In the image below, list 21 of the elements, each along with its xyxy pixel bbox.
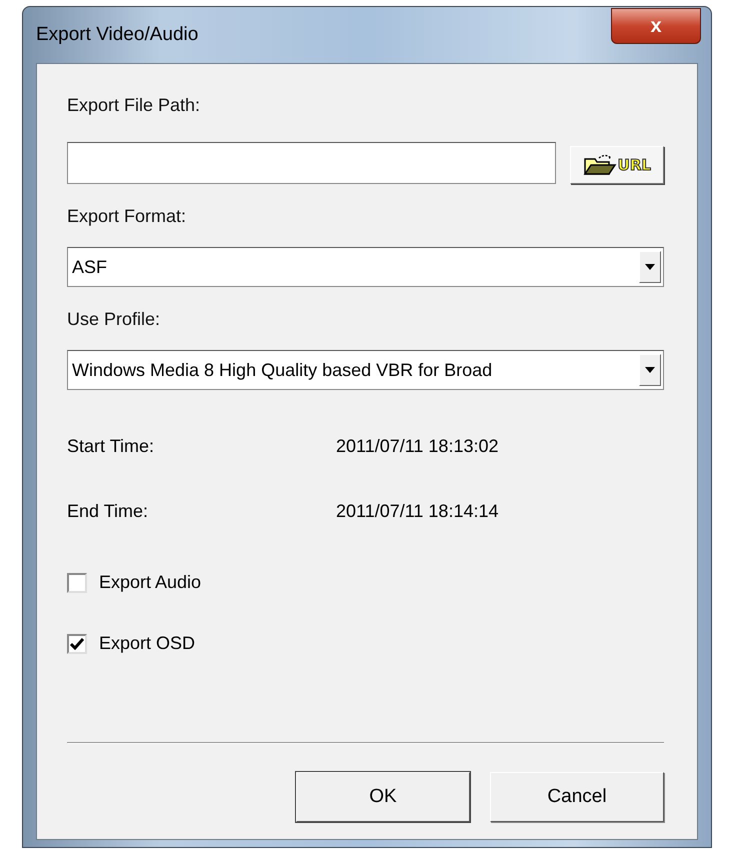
checkbox-label: Export OSD (99, 633, 196, 654)
checkbox-label: Export Audio (99, 572, 202, 593)
field-label: Export Format: (67, 206, 186, 227)
time-value: 2011/07/11 18:14:14 (336, 501, 498, 522)
time-value: 2011/07/11 18:13:02 (336, 436, 498, 457)
ok-button[interactable]: OK (296, 772, 470, 822)
profile-dropdown[interactable]: Windows Media 8 High Quality based VBR for Broad (67, 350, 664, 390)
checkbox[interactable] (67, 572, 87, 592)
field-label: Use Profile: (67, 309, 160, 330)
file-path-field[interactable] (67, 142, 556, 184)
dropdown-arrow-icon (645, 367, 655, 373)
format-dropdown[interactable]: ASF (67, 247, 664, 287)
dropdown-arrow-icon (645, 264, 655, 270)
field-label: Export File Path: (67, 95, 200, 116)
folder-icon (582, 153, 617, 177)
window-title: Export Video/Audio (36, 24, 198, 46)
time-label: Start Time: (67, 436, 156, 457)
time-label: End Time: (67, 501, 150, 522)
close-button[interactable]: x (611, 8, 701, 44)
cancel-button[interactable]: Cancel (490, 772, 664, 822)
checkbox[interactable] (67, 634, 87, 654)
